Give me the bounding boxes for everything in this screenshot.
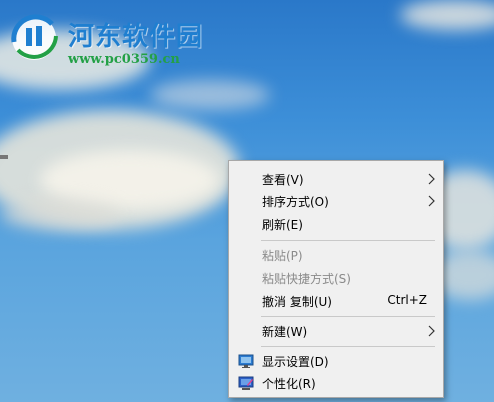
menu-item-label: 粘贴(P): [262, 249, 303, 263]
desktop-context-menu: 查看(V) 排序方式(O) 刷新(E) 粘贴(P) 粘贴快捷方式(S) 撤消 复…: [228, 160, 444, 398]
menu-separator: [261, 316, 435, 317]
cloud: [400, 0, 494, 30]
menu-item-label: 排序方式(O): [262, 195, 329, 209]
watermark-url: www.pc0359.cn: [68, 52, 180, 67]
chevron-right-icon: [428, 173, 435, 185]
menu-item-refresh[interactable]: 刷新(E): [229, 213, 443, 235]
cloud: [0, 200, 120, 230]
menu-item-label: 查看(V): [262, 173, 304, 187]
chevron-right-icon: [428, 195, 435, 207]
menu-item-paste-shortcut: 粘贴快捷方式(S): [229, 267, 443, 289]
menu-item-label: 粘贴快捷方式(S): [262, 272, 351, 286]
personalize-icon: [238, 376, 254, 390]
watermark-title: 河东软件园: [68, 22, 204, 52]
menu-item-label: 刷新(E): [262, 218, 303, 232]
site-watermark: 河东软件园 www.pc0359.cn: [6, 8, 206, 67]
chevron-right-icon: [428, 325, 435, 337]
menu-separator: [261, 346, 435, 347]
watermark-logo-icon: [11, 14, 58, 60]
menu-item-shortcut: Ctrl+Z: [387, 293, 427, 307]
menu-item-paste: 粘贴(P): [229, 244, 443, 266]
menu-item-label: 撤消 复制(U): [262, 295, 332, 309]
display-settings-icon: [238, 354, 254, 368]
menu-item-display-settings[interactable]: 显示设置(D): [229, 350, 443, 372]
menu-item-undo-copy[interactable]: 撤消 复制(U) Ctrl+Z: [229, 290, 443, 312]
cloud: [150, 80, 270, 110]
menu-item-new[interactable]: 新建(W): [229, 320, 443, 342]
menu-item-sort-by[interactable]: 排序方式(O): [229, 190, 443, 212]
desktop-edge-mark: [0, 155, 8, 159]
menu-item-personalize[interactable]: 个性化(R): [229, 372, 443, 394]
desktop-background[interactable]: 河东软件园 www.pc0359.cn 查看(V) 排序方式(O) 刷新(E) …: [0, 0, 494, 402]
menu-item-label: 个性化(R): [262, 377, 316, 391]
menu-separator: [261, 240, 435, 241]
menu-item-label: 显示设置(D): [262, 355, 329, 369]
menu-item-view[interactable]: 查看(V): [229, 168, 443, 190]
menu-item-label: 新建(W): [262, 325, 308, 339]
